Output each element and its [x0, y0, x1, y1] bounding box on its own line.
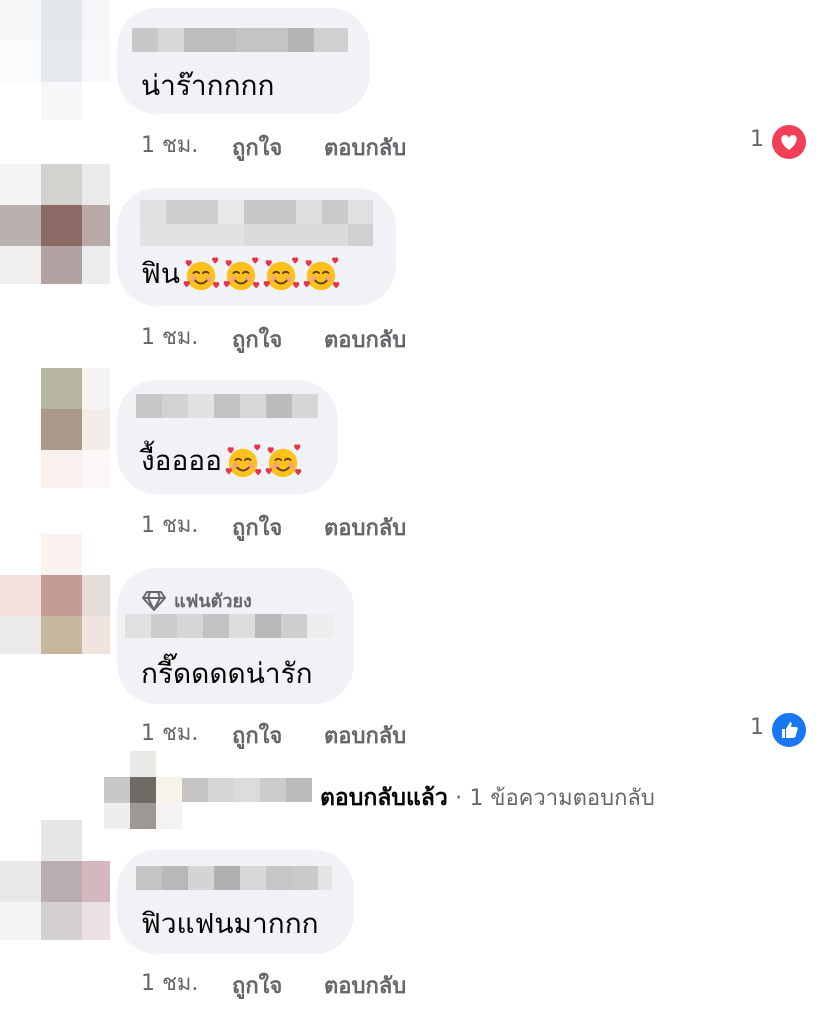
- diamond-icon: [142, 590, 166, 611]
- reaction-count[interactable]: 1: [750, 715, 764, 740]
- comment-text-body: งื้ออออ: [141, 444, 222, 477]
- reply-button[interactable]: ตอบกลับ: [324, 968, 406, 1003]
- author-name[interactable]: [132, 28, 348, 52]
- smiling-face-with-hearts-icon: [183, 257, 220, 291]
- reply-summary[interactable]: ตอบกลับแล้ว · 1 ข้อความตอบกลับ: [320, 780, 655, 816]
- comment-text: น่าร๊ากกกก: [141, 69, 275, 102]
- avatar[interactable]: [0, 368, 110, 488]
- reaction-count[interactable]: 1: [750, 127, 764, 152]
- like-button[interactable]: ถูกใจ: [232, 968, 282, 1003]
- smiling-face-with-hearts-icon: [265, 444, 302, 478]
- comment-time[interactable]: 1 ชม.: [141, 507, 198, 542]
- comment-time[interactable]: 1 ชม.: [141, 127, 198, 162]
- smiling-face-with-hearts-icon: [303, 257, 340, 291]
- emoji-row: [222, 444, 302, 478]
- reply-avatar[interactable]: [104, 751, 182, 829]
- author-name[interactable]: [136, 394, 318, 418]
- reply-author-name[interactable]: [182, 778, 312, 802]
- like-button[interactable]: ถูกใจ: [232, 130, 282, 165]
- like-button[interactable]: ถูกใจ: [232, 322, 282, 357]
- avatar[interactable]: [0, 534, 110, 654]
- reply-button[interactable]: ตอบกลับ: [324, 130, 406, 165]
- reply-button[interactable]: ตอบกลับ: [324, 718, 406, 753]
- replied-label: ตอบกลับแล้ว: [320, 785, 448, 811]
- separator: ·: [455, 786, 463, 811]
- comment-text: กรี๊ดดดดน่ารัก: [141, 657, 313, 690]
- comment-text: ฟิวแฟนมากกก: [141, 907, 319, 940]
- like-icon[interactable]: [770, 711, 808, 749]
- comment-text-body: ฟิน: [141, 257, 180, 290]
- smiling-face-with-hearts-icon: [223, 257, 260, 291]
- love-icon[interactable]: [770, 123, 808, 161]
- reply-button[interactable]: ตอบกลับ: [324, 322, 406, 357]
- author-name[interactable]: [140, 200, 373, 246]
- author-name[interactable]: [136, 866, 332, 890]
- comment-time[interactable]: 1 ชม.: [141, 715, 198, 750]
- smiling-face-with-hearts-icon: [263, 257, 300, 291]
- author-name[interactable]: [125, 614, 333, 638]
- comment-text: งื้ออออ: [141, 443, 302, 480]
- avatar[interactable]: [0, 820, 110, 940]
- reply-count: 1 ข้อความตอบกลับ: [469, 786, 655, 811]
- reply-button[interactable]: ตอบกลับ: [324, 510, 406, 545]
- emoji-row: [180, 257, 340, 291]
- like-button[interactable]: ถูกใจ: [232, 718, 282, 753]
- avatar[interactable]: [0, 164, 110, 284]
- fan-badge-label: แฟนตัวยง: [174, 591, 252, 612]
- comment-time[interactable]: 1 ชม.: [141, 965, 198, 1000]
- smiling-face-with-hearts-icon: [225, 444, 262, 478]
- comment-text: ฟิน: [141, 256, 340, 293]
- fan-badge[interactable]: แฟนตัวยง: [142, 586, 252, 615]
- comment-time[interactable]: 1 ชม.: [141, 319, 198, 354]
- avatar[interactable]: [0, 0, 110, 120]
- like-button[interactable]: ถูกใจ: [232, 510, 282, 545]
